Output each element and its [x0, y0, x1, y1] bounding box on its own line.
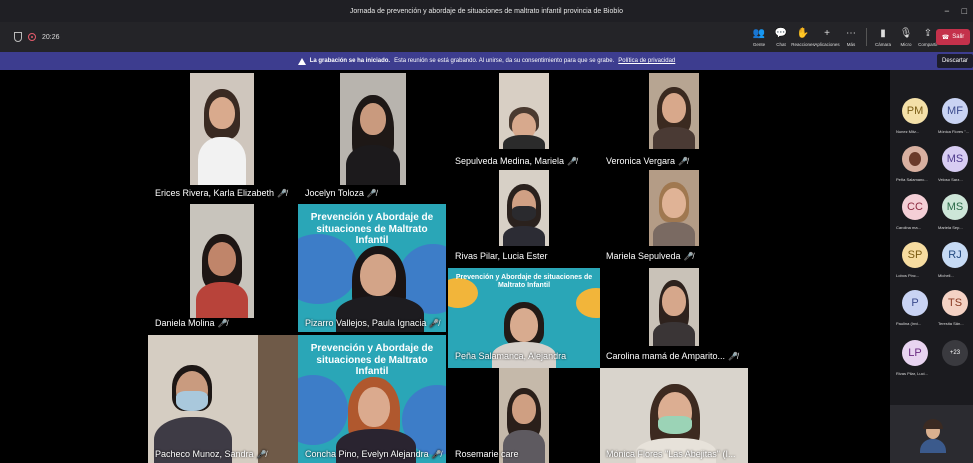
mic-muted-icon: 🎤̸	[429, 319, 440, 328]
banner-text: Esta reunión se está grabando. Al unirse…	[394, 58, 615, 64]
mic-muted-icon: 🎤̸	[683, 252, 694, 261]
participant-name: Erices Rivera, Karla Elizabeth 🎤̸	[155, 188, 288, 198]
apps-button[interactable]: + Aplicaciones	[814, 22, 840, 52]
window-controls: − □	[944, 0, 967, 22]
avatar-name: Teresita Sän...	[938, 321, 964, 326]
apps-icon: +	[824, 27, 830, 39]
phone-icon: ☎	[941, 34, 950, 41]
mic-muted-icon: 🎤̸	[678, 157, 689, 166]
mic-muted-icon: 🎤̸	[728, 352, 739, 361]
participant-name: Daniela Molina 🎤̸	[155, 318, 228, 328]
mic-muted-icon: 🎤̸	[217, 319, 228, 328]
mic-muted-icon: 🎤̸	[431, 450, 442, 459]
reactions-button[interactable]: ✋ Reacciones	[790, 22, 816, 52]
leave-button[interactable]: ☎ Salir	[936, 29, 970, 45]
participant-name: Pizarro Vallejos, Paula Ignacia 🎤̸	[305, 318, 440, 328]
reactions-icon: ✋	[796, 27, 810, 39]
banner-title: La grabación se ha iniciado.	[309, 58, 391, 64]
avatar[interactable]: P	[902, 290, 928, 316]
minimize-button[interactable]: −	[944, 6, 949, 16]
avatar[interactable]: MS	[942, 194, 968, 220]
video-tile[interactable]	[649, 73, 699, 149]
video-tile[interactable]	[190, 73, 254, 185]
avatar-name: Nunez Mitz...	[896, 129, 920, 134]
participant-name: Sepulveda Medina, Mariela 🎤̸	[455, 156, 578, 166]
avatar-name: Rivas Pilar, Luci...	[896, 371, 928, 376]
people-icon: 👥	[752, 27, 766, 39]
avatar[interactable]: RJ	[942, 242, 968, 268]
avatar[interactable]: MS	[942, 146, 968, 172]
window-title: Jornada de prevención y abordaje de situ…	[349, 7, 624, 15]
video-tile[interactable]	[340, 73, 406, 185]
avatar-name: Veloso Sarz...	[938, 177, 963, 182]
mic-icon: 🎙	[899, 27, 913, 39]
video-tile[interactable]	[190, 204, 254, 318]
self-view[interactable]	[890, 405, 973, 463]
avatar[interactable]: CC	[902, 194, 928, 220]
shield-icon	[14, 32, 22, 42]
participant-name: Concha Pino, Evelyn Alejandra 🎤̸	[305, 449, 442, 459]
video-tile[interactable]	[499, 170, 549, 246]
avatar-name: Paulina (Invi...	[896, 321, 922, 326]
more-icon: ⋯	[846, 27, 856, 39]
participant-name: Mónica Flores "Las Abejitas" (I...	[606, 449, 736, 459]
avatar-name: Mónica Flores "...	[938, 129, 969, 134]
avatar-name: Mariela Sep...	[938, 225, 963, 230]
avatar[interactable]: LP	[902, 340, 928, 366]
mic-muted-icon: 🎤̸	[366, 189, 377, 198]
camera-icon: ▮	[880, 27, 886, 39]
share-icon: ⇪	[923, 27, 933, 39]
video-tile[interactable]	[649, 170, 699, 246]
recording-banner: La grabación se ha iniciado. Esta reunió…	[0, 52, 973, 70]
avatar-name: Lobos Pinc...	[896, 273, 920, 278]
background-text: Prevención y Abordaje de situaciones de …	[310, 212, 434, 246]
meeting-toolbar: 20:26 👥 Gente 💬 Chat ✋ Reacciones + Apli…	[0, 22, 973, 52]
video-tile[interactable]	[499, 73, 549, 149]
warning-icon	[297, 57, 306, 65]
meeting-timer: 20:26	[42, 33, 60, 41]
participant-name: Rosemarie care	[455, 449, 519, 459]
participant-name: Mariela Sepulveda 🎤̸	[606, 251, 694, 261]
avatar-name: Peña Salamanc...	[896, 177, 928, 182]
dismiss-button[interactable]: Descartar	[937, 54, 973, 68]
background-text: Prevención y Abordaje de situaciones de …	[455, 274, 593, 290]
toolbar-divider	[866, 28, 867, 46]
avatar[interactable]: TS	[942, 290, 968, 316]
mic-muted-icon: 🎤̸	[567, 157, 578, 166]
mic-muted-icon: 🎤̸	[256, 450, 267, 459]
avatar[interactable]: MF	[942, 98, 968, 124]
meeting-info: 20:26	[14, 22, 60, 52]
video-grid: Erices Rivera, Karla Elizabeth 🎤̸ Jocelyn…	[0, 70, 890, 463]
video-tile[interactable]: Prevención y Abordaje de situaciones de …	[298, 204, 446, 332]
avatar-photo[interactable]	[902, 146, 928, 172]
participant-name: Pacheco Munoz, Sandra 🎤̸	[155, 449, 267, 459]
avatar[interactable]: SP	[902, 242, 928, 268]
video-tile[interactable]: Prevención y Abordaje de situaciones de …	[298, 335, 446, 463]
maximize-button[interactable]: □	[962, 6, 967, 16]
title-bar: Jornada de prevención y abordaje de situ…	[0, 0, 973, 22]
participant-name: Rivas Pilar, Lucia Ester	[455, 251, 548, 261]
video-tile[interactable]	[649, 268, 699, 346]
avatar-name: Michell...	[938, 273, 954, 278]
background-text: Prevención y Abordaje de situaciones de …	[310, 343, 434, 377]
more-participants-button[interactable]: +23	[942, 340, 968, 366]
privacy-policy-link[interactable]: Política de privacidad	[618, 58, 675, 64]
participant-name: Veronica Vergara 🎤̸	[606, 156, 689, 166]
participant-name: Carolina mamá de Amparito... 🎤̸	[606, 351, 739, 361]
participant-name: Peña Salamanca, Alejandra	[455, 351, 567, 361]
video-tile[interactable]	[148, 335, 298, 463]
participant-name: Jocelyn Toloza 🎤̸	[305, 188, 377, 198]
mic-muted-icon: 🎤̸	[277, 189, 288, 198]
avatar[interactable]: PM	[902, 98, 928, 124]
chat-icon: 💬	[774, 27, 788, 39]
participant-sidebar: PM MF Nunez Mitz... Mónica Flores "... M…	[890, 70, 973, 463]
avatar-name: Carolina ma...	[896, 225, 921, 230]
more-button[interactable]: ⋯ Más	[838, 22, 864, 52]
recording-icon	[28, 33, 36, 41]
